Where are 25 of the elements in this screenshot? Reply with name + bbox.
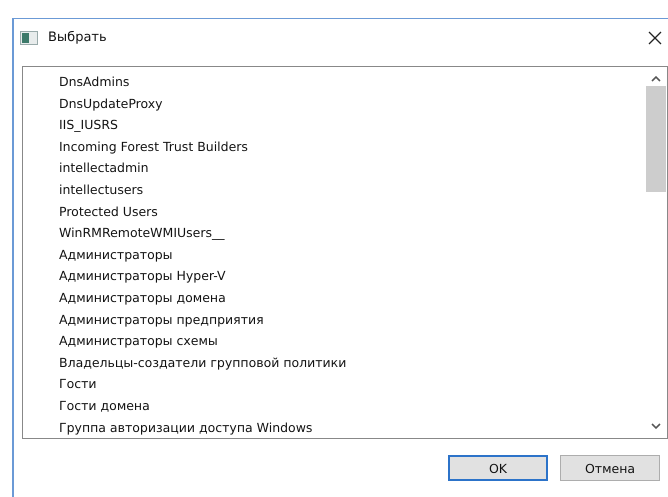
list-item[interactable]: intellectadmin xyxy=(59,157,645,179)
window-title: Выбрать xyxy=(48,30,108,45)
list-item[interactable]: Гости xyxy=(59,373,645,395)
ok-button[interactable]: OK xyxy=(448,455,548,481)
close-icon[interactable] xyxy=(648,30,662,44)
list-item[interactable]: Incoming Forest Trust Builders xyxy=(59,136,645,158)
list-item[interactable]: Protected Users xyxy=(59,200,645,222)
list-item[interactable]: Администраторы схемы xyxy=(59,330,645,352)
list-item[interactable]: IIS_IUSRS xyxy=(59,114,645,136)
scroll-thumb[interactable] xyxy=(646,86,666,192)
list-item[interactable]: Администраторы домена xyxy=(59,286,645,309)
list-item[interactable]: intellectusers xyxy=(59,178,645,201)
list-item[interactable]: Группа авторизации доступа Windows xyxy=(59,416,645,438)
list-item[interactable]: WinRMRemoteWMIUsers__ xyxy=(59,222,645,244)
scroll-up-icon[interactable] xyxy=(651,75,661,82)
list-item[interactable]: DnsAdmins xyxy=(59,71,645,93)
list-item[interactable]: Владельцы-создатели групповой политики xyxy=(59,352,645,374)
scroll-down-icon[interactable] xyxy=(651,423,661,430)
list-item[interactable]: Администраторы Hyper-V xyxy=(59,265,645,287)
cancel-button[interactable]: Отмена xyxy=(560,455,660,481)
list-item[interactable]: Администраторы предприятия xyxy=(59,308,645,330)
window-icon xyxy=(20,30,38,44)
list-item[interactable]: DnsUpdateProxy xyxy=(59,92,645,114)
list-item[interactable]: Администраторы xyxy=(59,244,645,266)
list-item[interactable]: Гости домена xyxy=(59,394,645,416)
